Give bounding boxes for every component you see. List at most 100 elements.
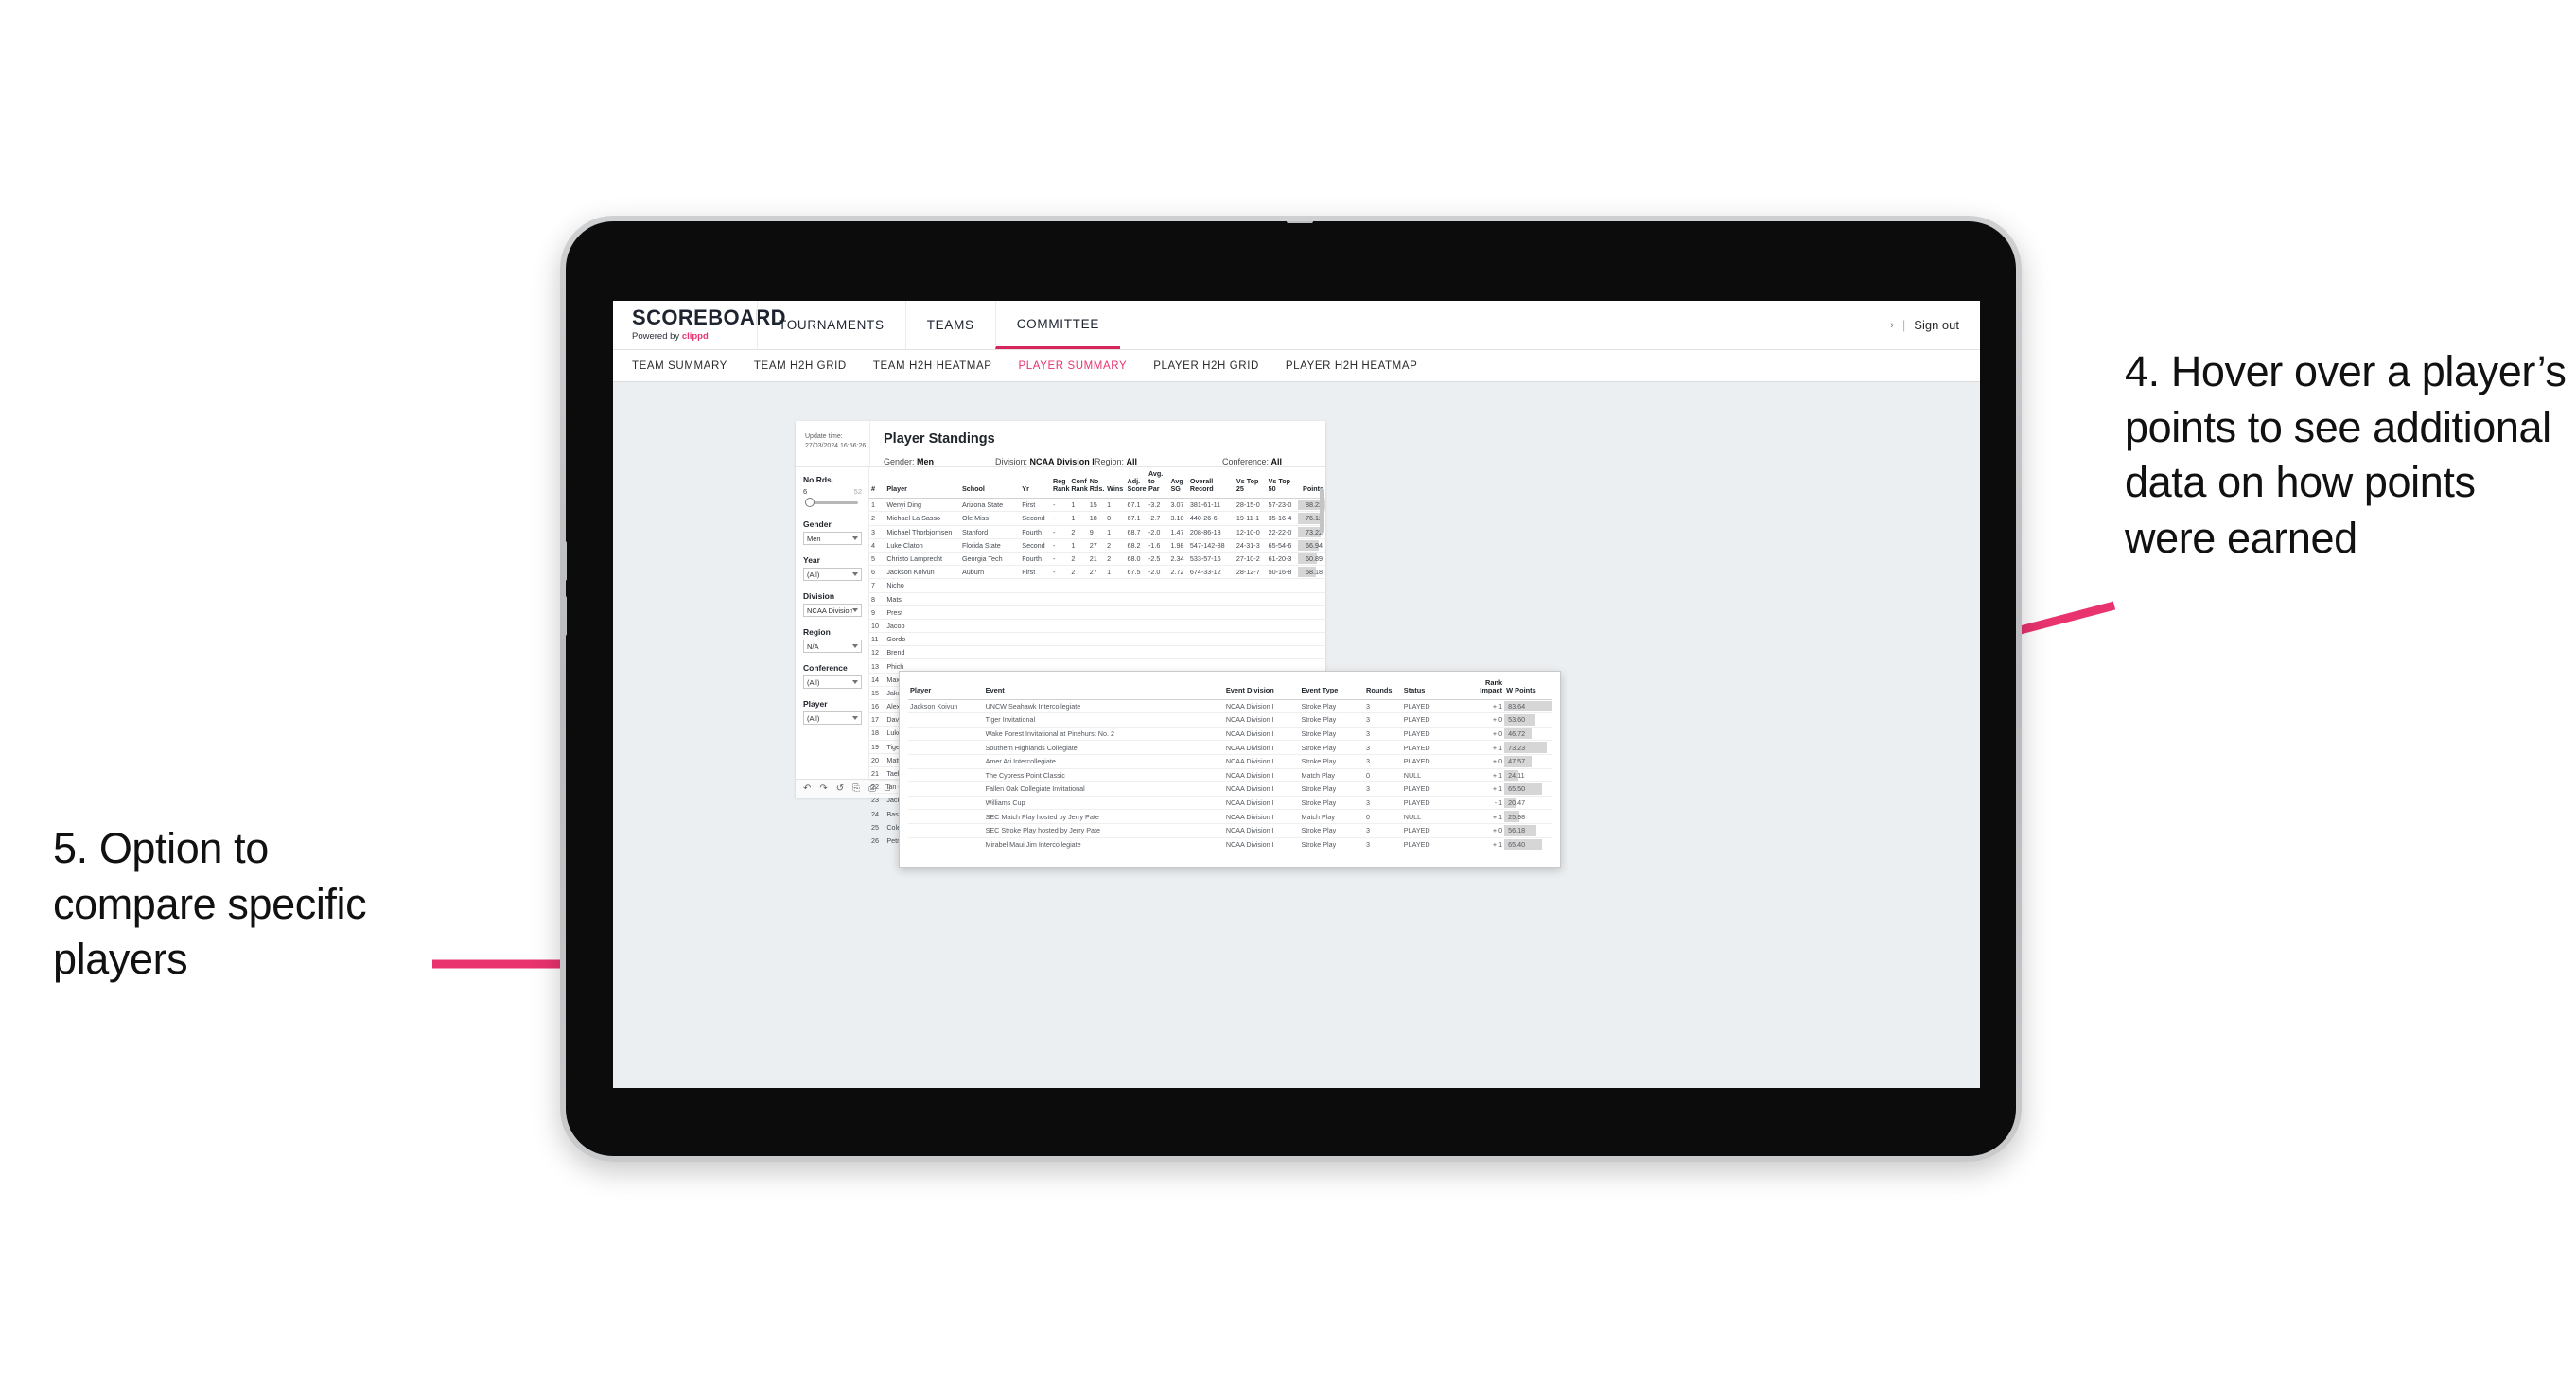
standings-col-player[interactable]: Player: [885, 467, 960, 500]
cell-reg: -: [1050, 552, 1070, 567]
filter-player-select[interactable]: (All): [803, 711, 862, 725]
table-row[interactable]: 1 Wenyi Ding Arizona State First -1 15 1 67.1 -3…: [869, 498, 1325, 513]
nav-teams[interactable]: TEAMS: [904, 301, 995, 349]
no-rounds-slider[interactable]: [803, 498, 862, 507]
tab-team-h2h-heatmap[interactable]: TEAM H2H HEATMAP: [873, 360, 992, 372]
tab-player-summary[interactable]: PLAYER SUMMARY: [1019, 360, 1128, 372]
cell-points[interactable]: 66.94: [1298, 538, 1325, 553]
table-row[interactable]: 6 Jackson Koivun Auburn First -2 27 1 67.5 -2.0 2…: [869, 565, 1325, 580]
cell-sg: [1168, 632, 1188, 647]
filter-gender: Gender Men: [803, 519, 862, 545]
standings-col-school[interactable]: School: [959, 467, 1021, 500]
table-row[interactable]: 10 Jacob: [869, 619, 1325, 634]
cell-yr: Fourth: [1020, 525, 1051, 539]
tooltip-cell-status: PLAYED: [1401, 781, 1463, 797]
tooltip-cell-player: [908, 754, 984, 769]
cell-yr: [1020, 619, 1051, 634]
cell-rds: 27: [1087, 538, 1106, 553]
table-row[interactable]: 12 Brend: [869, 645, 1325, 660]
standings-col-vs-top-50[interactable]: Vs Top 50: [1266, 467, 1299, 500]
cell-wins: [1105, 632, 1126, 647]
table-row[interactable]: 4 Luke Claton Florida State Second -1 27 2 68.2…: [869, 538, 1325, 553]
cell-rank: 7: [869, 578, 885, 593]
slider-handle[interactable]: [805, 498, 815, 507]
standings-col-conf-rank[interactable]: Conf Rank: [1069, 467, 1088, 500]
cell-rank: 12: [869, 645, 885, 660]
cell-points[interactable]: [1298, 605, 1325, 620]
tooltip-cell-rounds: 3: [1363, 796, 1402, 811]
standings-col-[interactable]: #: [869, 467, 885, 500]
filter-year-value: (All): [807, 570, 820, 579]
standings-col-vs-top-25[interactable]: Vs Top 25: [1234, 467, 1267, 500]
cell-points[interactable]: 60.89: [1298, 552, 1325, 567]
cell-school: Auburn: [959, 565, 1021, 580]
standings-col-adj-score[interactable]: Adj. Score: [1125, 467, 1147, 500]
standings-col-avg-to-par[interactable]: Avg. to Par: [1147, 467, 1169, 500]
cell-points[interactable]: [1298, 619, 1325, 634]
cell-par: [1147, 619, 1169, 634]
filter-conference-select[interactable]: (All): [803, 675, 862, 689]
filter-year-select[interactable]: (All): [803, 568, 862, 581]
standings-col-avg-sg[interactable]: Avg SG: [1168, 467, 1188, 500]
tooltip-cell-status: PLAYED: [1401, 727, 1463, 742]
filter-division-select[interactable]: NCAA Division I: [803, 604, 862, 617]
table-row[interactable]: 5 Christo Lamprecht Georgia Tech Fourth -2 21…: [869, 552, 1325, 567]
table-row[interactable]: 2 Michael La Sasso Ole Miss Second -1 18 0 67.1…: [869, 511, 1325, 526]
tooltip-cell-rounds: 3: [1363, 837, 1402, 852]
vertical-scrollbar[interactable]: [1320, 488, 1324, 534]
cell-rec: 547-142-38: [1187, 538, 1235, 553]
filter-gender-select[interactable]: Men: [803, 532, 862, 545]
tab-player-h2h-grid[interactable]: PLAYER H2H GRID: [1153, 360, 1259, 372]
filter-summary-gender-value: Men: [917, 457, 935, 466]
tooltip-cell-w-points: 46.72: [1504, 727, 1552, 742]
undo-icon[interactable]: ↶: [803, 783, 811, 794]
cell-t25: 27-10-2: [1234, 552, 1267, 567]
table-row[interactable]: 7 Nicho: [869, 578, 1325, 593]
cell-points[interactable]: [1298, 645, 1325, 660]
cell-points[interactable]: [1298, 632, 1325, 647]
tooltip-cell-type: Stroke Play: [1299, 727, 1364, 742]
filter-gender-value: Men: [807, 534, 821, 543]
standings-col-overall-record[interactable]: Overall Record: [1187, 467, 1235, 500]
cell-t50: 50-16-8: [1266, 565, 1299, 580]
tooltip-table: Player Event Event Division Event Type Round…: [908, 678, 1552, 852]
tooltip-cell-division: NCAA Division I: [1223, 768, 1300, 783]
table-row[interactable]: 3 Michael Thorbjornsen Stanford Fourth -2 9 1 6…: [869, 525, 1325, 539]
table-row[interactable]: 11 Gordo: [869, 632, 1325, 647]
standings-col-reg-rank[interactable]: Reg Rank: [1050, 467, 1070, 500]
slider-track: [809, 501, 858, 504]
revert-icon[interactable]: ↺: [836, 783, 844, 794]
cell-rank: 19: [869, 740, 885, 754]
cell-rec: 208-86-13: [1187, 525, 1235, 539]
scoreboard-logo[interactable]: SCOREBOARD Powered by clippd: [613, 301, 786, 349]
tooltip-cell-type: Stroke Play: [1299, 796, 1364, 811]
table-row[interactable]: 9 Prest: [869, 605, 1325, 620]
cell-rank: 13: [869, 658, 885, 674]
nav-committee[interactable]: COMMITTEE: [994, 301, 1121, 349]
cell-points[interactable]: 58.18: [1298, 565, 1325, 580]
table-row[interactable]: 8 Mats: [869, 592, 1325, 606]
cell-sg: [1168, 645, 1188, 660]
cell-conf: [1069, 605, 1088, 620]
cell-points[interactable]: [1298, 592, 1325, 606]
standings-col-wins[interactable]: Wins: [1105, 467, 1126, 500]
cell-points[interactable]: [1298, 578, 1325, 593]
tab-team-h2h-grid[interactable]: TEAM H2H GRID: [754, 360, 847, 372]
tooltip-cell-rounds: 0: [1363, 768, 1402, 783]
tab-team-summary[interactable]: TEAM SUMMARY: [632, 360, 727, 372]
cell-adj: [1125, 632, 1147, 647]
tooltip-cell-w-points: 53.60: [1504, 712, 1552, 728]
redo-icon[interactable]: ↷: [819, 783, 827, 794]
filter-region-select[interactable]: N/A: [803, 640, 862, 653]
cell-rank: 20: [869, 753, 885, 767]
account-chevron-icon[interactable]: ›: [1890, 320, 1894, 331]
nav-tournaments[interactable]: TOURNAMENTS: [757, 301, 905, 349]
tab-player-h2h-heatmap[interactable]: PLAYER H2H HEATMAP: [1286, 360, 1417, 372]
cell-player: Mats: [885, 592, 960, 606]
standings-col-no-rds[interactable]: No Rds.: [1087, 467, 1106, 500]
refresh-data-icon[interactable]: ⎘: [852, 783, 860, 794]
tooltip-cell-rank-impact: + 0: [1462, 712, 1505, 728]
filter-conference: Conference (All): [803, 663, 862, 689]
sign-out-link[interactable]: Sign out: [1914, 318, 1959, 332]
standings-col-yr[interactable]: Yr: [1020, 467, 1051, 500]
